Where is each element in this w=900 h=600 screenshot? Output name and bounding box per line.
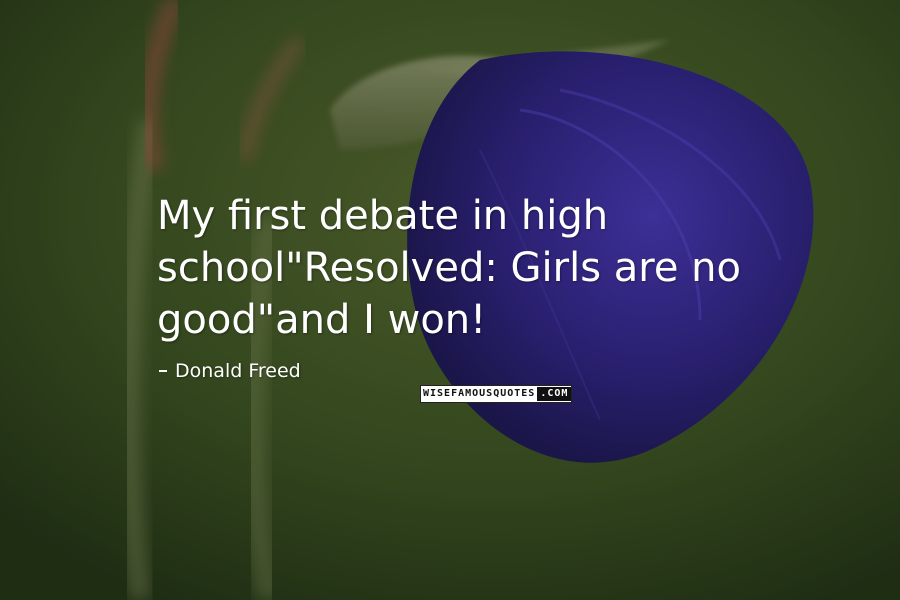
- quote-author[interactable]: Donald Freed: [175, 360, 301, 382]
- site-logo-text: WISEFAMOUSQUOTES: [421, 387, 538, 401]
- author-row: Donald Freed: [157, 360, 797, 382]
- quote-block: My first debate in high school"Resolved:…: [157, 190, 797, 382]
- dash-icon: [159, 370, 167, 372]
- site-logo: WISEFAMOUSQUOTES .COM: [420, 385, 573, 403]
- site-logo-suffix: .COM: [537, 387, 572, 401]
- quote-text: My first debate in high school"Resolved:…: [157, 193, 741, 343]
